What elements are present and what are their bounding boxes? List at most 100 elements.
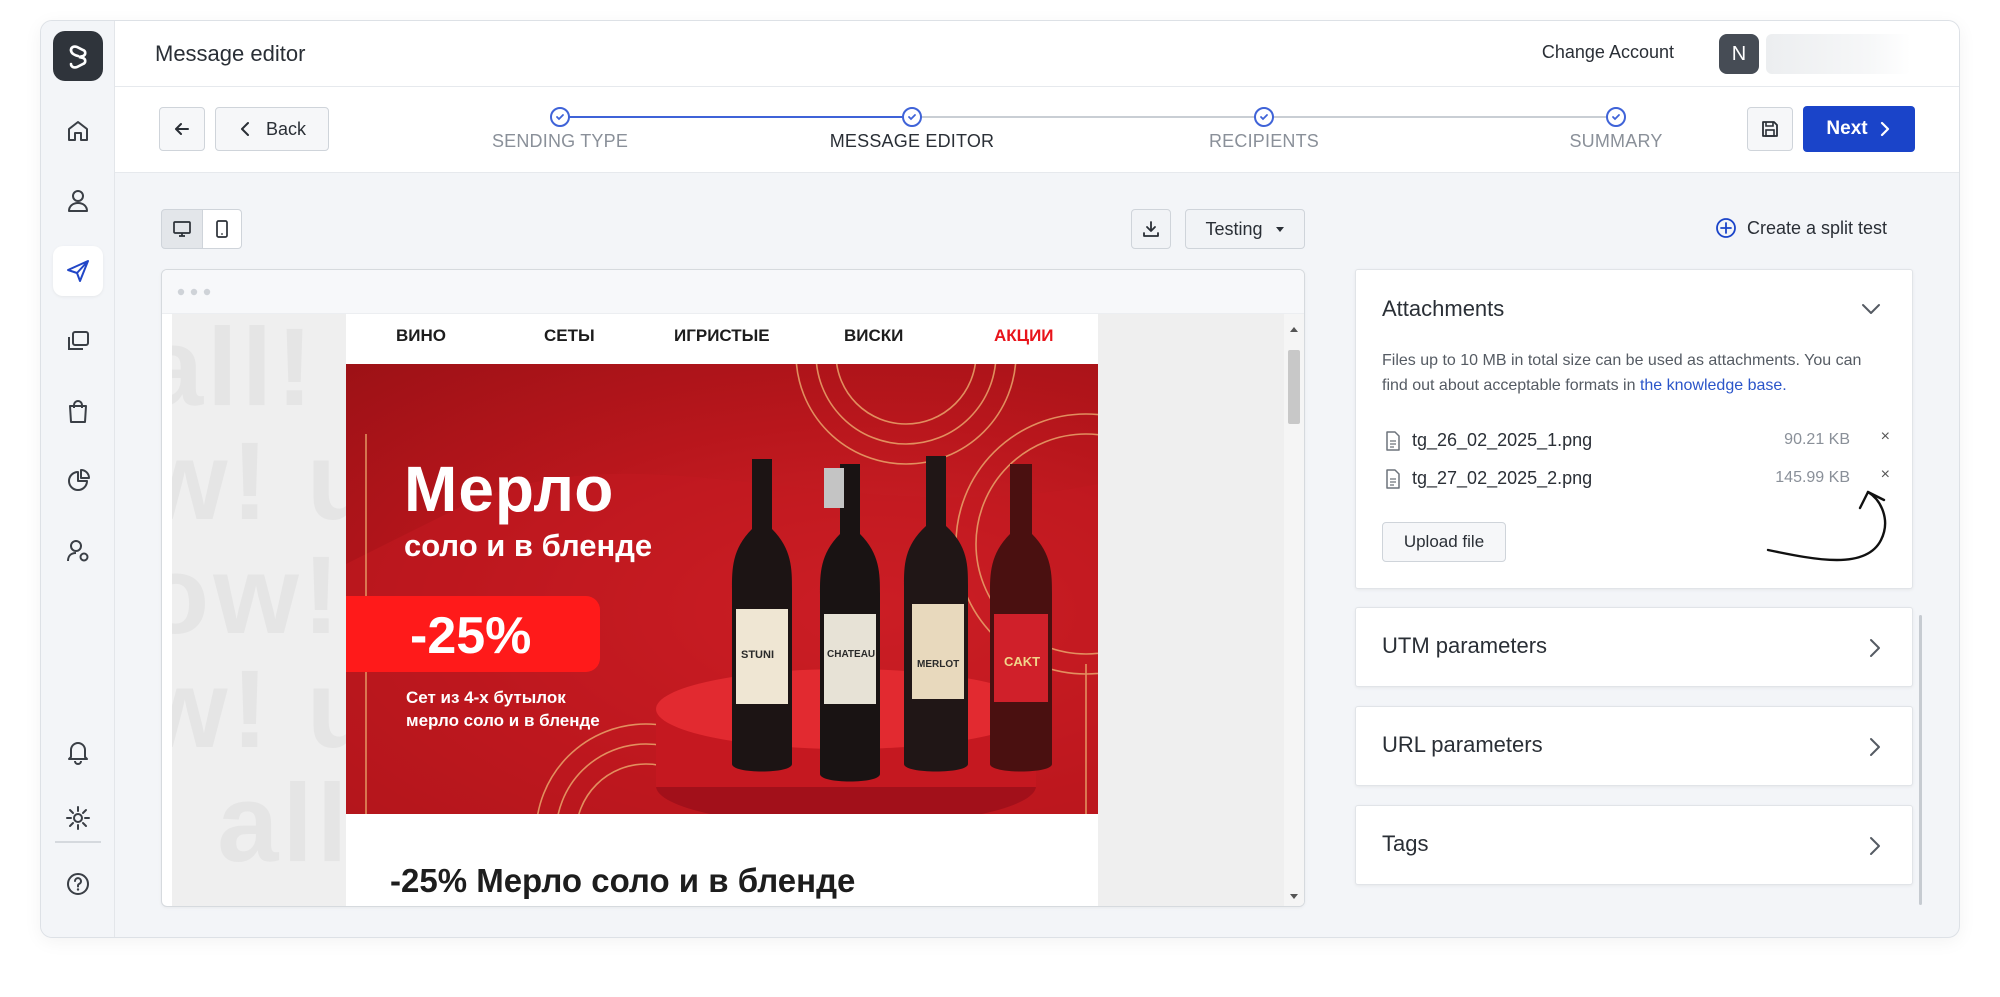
download-button[interactable] — [1131, 209, 1171, 249]
file-icon — [1386, 431, 1400, 451]
chevron-right-icon — [1870, 837, 1880, 855]
url-parameters-card[interactable]: URL parameters — [1355, 706, 1913, 786]
user-settings-icon — [67, 540, 89, 562]
attachment-name: tg_26_02_2025_1.png — [1412, 430, 1593, 450]
banner-title: Мерло — [404, 453, 615, 525]
sidebar-item-campaigns[interactable] — [53, 246, 103, 296]
bell-icon — [68, 742, 88, 765]
bottle-label: CAKT — [1004, 654, 1041, 669]
pie-chart-icon — [68, 469, 90, 491]
plus-circle-icon — [1716, 218, 1736, 238]
sidebar-item-shop[interactable] — [53, 386, 103, 436]
email-nav: ВИНО СЕТЫ ИГРИСТЫЕ ВИСКИ АКЦИИ — [346, 314, 1098, 364]
attachments-title[interactable]: Attachments — [1382, 296, 1504, 322]
create-split-test-link[interactable]: Create a split test — [1715, 217, 1887, 239]
chevron-down-icon[interactable] — [1860, 302, 1882, 316]
email-nav-item[interactable]: ВИСКИ — [844, 326, 903, 346]
sidebar-item-templates[interactable] — [53, 316, 103, 366]
utm-parameters-card[interactable]: UTM parameters — [1355, 607, 1913, 687]
save-button[interactable] — [1747, 107, 1793, 151]
bottle-label: CHATEAU — [827, 649, 876, 660]
chevron-right-icon — [1870, 738, 1880, 756]
sidebar-item-home[interactable] — [53, 106, 103, 156]
change-account-link[interactable]: Change Account — [1542, 42, 1674, 63]
upload-file-button[interactable]: Upload file — [1382, 522, 1506, 562]
next-button-label: Next — [1826, 118, 1868, 139]
page-title: Message editor — [155, 41, 306, 66]
help-icon — [67, 873, 89, 895]
bottle-label: MERLOT — [917, 659, 960, 670]
email-nav-item-sale[interactable]: АКЦИИ — [994, 326, 1054, 346]
email-nav-item[interactable]: ВИНО — [396, 326, 446, 346]
caret-down-icon — [1275, 227, 1284, 232]
account-name-redacted — [1766, 34, 1911, 74]
discount-text: -25% — [410, 607, 532, 665]
attachment-row: tg_26_02_2025_1.png 90.21 KB × — [1382, 426, 1890, 456]
step-summary[interactable]: SUMMARY — [1496, 131, 1736, 152]
sidebar-item-help[interactable] — [53, 859, 103, 909]
preview-scroll-thumb[interactable] — [1288, 350, 1300, 424]
sidebar-item-contacts[interactable] — [53, 176, 103, 226]
gear-icon — [66, 806, 90, 830]
email-content[interactable]: ВИНО СЕТЫ ИГРИСТЫЕ ВИСКИ АКЦИИ STUNI CHA… — [346, 314, 1098, 906]
utm-parameters-title: UTM parameters — [1382, 633, 1548, 658]
step-2-dot — [902, 107, 922, 127]
step-bar: Back SENDING TYPE MESSAGE EDITOR RECIPIE… — [115, 87, 1959, 173]
step-message-editor[interactable]: MESSAGE EDITOR — [792, 131, 1032, 152]
preview-scrollbar[interactable] — [1284, 314, 1304, 906]
step-3-dot — [1254, 107, 1274, 127]
app-logo[interactable] — [53, 31, 103, 81]
bg-pattern-text: ow! — [172, 534, 344, 657]
step-sending-type[interactable]: SENDING TYPE — [440, 131, 680, 152]
tags-card[interactable]: Tags — [1355, 805, 1913, 885]
desktop-view-button[interactable] — [161, 209, 203, 249]
attachment-name: tg_27_02_2025_2.png — [1412, 468, 1593, 488]
email-nav-item[interactable]: ИГРИСТЫЕ — [674, 326, 770, 346]
back-button[interactable]: Back — [215, 107, 329, 151]
hand-drawn-arrow-icon — [1766, 490, 1887, 562]
scroll-up-icon — [1290, 327, 1298, 332]
right-panel-scrollbar[interactable] — [1919, 615, 1922, 905]
scroll-down-icon — [1290, 894, 1298, 899]
knowledge-base-link[interactable]: the knowledge base. — [1640, 377, 1787, 394]
banner-decoration — [346, 364, 1098, 814]
banner-description-line: Сет из 4-х бутылок — [406, 688, 566, 707]
promo-banner[interactable]: STUNI CHATEAU MERLOT CAKT Мерло соло и в… — [346, 364, 1098, 814]
url-parameters-title: URL parameters — [1382, 732, 1543, 757]
desktop-icon — [173, 221, 191, 237]
email-nav-item[interactable]: СЕТЫ — [544, 326, 595, 346]
preview-canvas[interactable]: all! a w! un ow! w! un ! all! ВИНО СЕТЫ … — [172, 314, 1284, 906]
floppy-disk-icon — [1762, 121, 1778, 137]
remove-attachment-button[interactable]: × — [1881, 428, 1890, 446]
check-icon — [1612, 114, 1620, 121]
step-4-dot — [1606, 107, 1626, 127]
banner-description: Сет из 4-х бутылок мерло соло и в бленде — [406, 686, 636, 732]
next-button[interactable]: Next — [1803, 106, 1915, 152]
back-button-label: Back — [265, 118, 307, 139]
email-preview: all! a w! un ow! w! un ! all! ВИНО СЕТЫ … — [161, 269, 1305, 907]
preview-header — [162, 270, 1304, 314]
mobile-view-button[interactable] — [202, 209, 242, 249]
step-recipients[interactable]: RECIPIENTS — [1144, 131, 1384, 152]
banner-description-line: мерло соло и в бленде — [406, 711, 600, 730]
check-icon — [1260, 114, 1268, 121]
sidebar-item-user-settings[interactable] — [53, 526, 103, 576]
arrow-back-button[interactable] — [159, 107, 205, 151]
chevron-right-icon — [1880, 121, 1889, 137]
file-icon — [1386, 469, 1400, 489]
more-dots-icon — [177, 288, 211, 296]
attachment-size: 90.21 KB — [1784, 431, 1850, 448]
sidebar-item-settings[interactable] — [53, 793, 103, 843]
shopping-bag-icon — [69, 400, 87, 423]
chevron-right-icon — [1870, 639, 1880, 657]
sidebar-item-notifications[interactable] — [53, 726, 103, 776]
sidebar-divider — [55, 841, 101, 843]
home-icon — [68, 121, 88, 141]
mobile-icon — [216, 220, 228, 238]
attachments-card: Attachments Files up to 10 MB in total s… — [1355, 269, 1913, 589]
templates-icon — [68, 331, 89, 350]
sidebar-item-analytics[interactable] — [53, 456, 103, 506]
avatar[interactable]: N — [1719, 34, 1759, 74]
testing-dropdown[interactable]: Testing — [1185, 209, 1305, 249]
send-icon — [67, 260, 89, 282]
